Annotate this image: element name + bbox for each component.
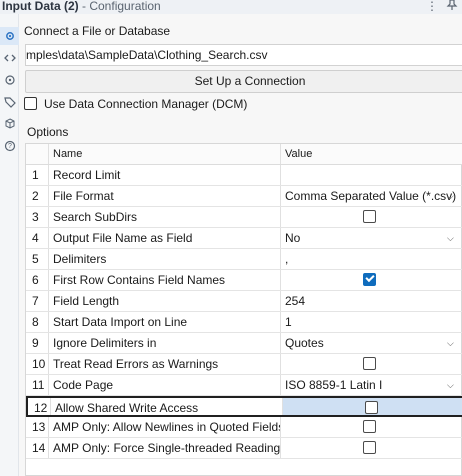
- tag-icon[interactable]: [0, 93, 19, 111]
- value-text: ISO 8859-1 Latin I: [285, 378, 383, 392]
- row-number: 13: [26, 417, 49, 437]
- header-name: Name: [49, 144, 281, 164]
- row-name: Start Data Import on Line: [49, 312, 281, 332]
- row-name: Field Length: [49, 291, 281, 311]
- row-name: Record Limit: [49, 165, 281, 185]
- options-label: Options: [27, 125, 69, 139]
- table-row[interactable]: 2 File Format Comma Separated Value (*.csv…: [26, 186, 462, 207]
- svg-text:?: ?: [8, 143, 12, 150]
- row-number: 4: [26, 228, 49, 248]
- row-value[interactable]: [281, 438, 462, 458]
- row-value[interactable]: ,: [281, 249, 462, 269]
- row-value[interactable]: No ⌵: [281, 228, 462, 248]
- chevron-down-icon[interactable]: ⌵: [447, 375, 457, 395]
- value-text: Comma Separated Value (*.csv): [285, 189, 457, 203]
- table-row[interactable]: 7 Field Length 254: [26, 291, 462, 312]
- header-value: Value: [285, 148, 313, 160]
- row-value[interactable]: [281, 354, 462, 374]
- value-text: 1: [285, 315, 292, 329]
- row-name: AMP Only: Allow Newlines in Quoted Field…: [49, 417, 281, 437]
- table-row[interactable]: 14 AMP Only: Force Single-threaded Readin…: [26, 438, 462, 459]
- row-number: 6: [26, 270, 49, 290]
- code-icon[interactable]: [0, 49, 19, 67]
- row-number: 7: [26, 291, 49, 311]
- chevron-down-icon[interactable]: ⌵: [447, 186, 457, 206]
- row-name: Ignore Delimiters in: [49, 333, 281, 353]
- row-number: 10: [26, 354, 49, 374]
- row-number: 1: [26, 165, 49, 185]
- header-num: [26, 144, 49, 164]
- row-name: Code Page: [49, 375, 281, 395]
- option-checkbox[interactable]: [363, 441, 376, 454]
- value-text: ,: [285, 252, 289, 266]
- row-number: 14: [26, 438, 49, 458]
- settings-icon[interactable]: [0, 71, 19, 89]
- table-row[interactable]: 6 First Row Contains Field Names: [26, 270, 462, 291]
- table-row[interactable]: 3 Search SubDirs: [26, 207, 462, 228]
- row-value[interactable]: [281, 270, 462, 290]
- row-value[interactable]: ISO 8859-1 Latin I ⌵: [281, 375, 462, 395]
- table-row[interactable]: 10 Treat Read Errors as Warnings: [26, 354, 462, 375]
- chevron-down-icon[interactable]: ⌵: [447, 333, 457, 353]
- row-value[interactable]: [281, 207, 462, 227]
- table-row[interactable]: 4 Output File Name as Field No ⌵: [26, 228, 462, 249]
- grid-header: Name Value: [26, 144, 462, 165]
- gear-icon[interactable]: [0, 27, 19, 45]
- row-number: 11: [26, 375, 49, 395]
- window-title-subtitle: - Configuration: [82, 0, 161, 13]
- chevron-down-icon[interactable]: ⌵: [447, 228, 457, 248]
- value-text: 254: [285, 294, 306, 308]
- value-text: No: [285, 231, 301, 245]
- row-name: File Format: [49, 186, 281, 206]
- option-checkbox[interactable]: [363, 420, 376, 433]
- value-text: Quotes: [285, 336, 324, 350]
- row-value[interactable]: Comma Separated Value (*.csv) ⌵: [281, 186, 462, 206]
- table-row[interactable]: 5 Delimiters,: [26, 249, 462, 270]
- row-number: 2: [26, 186, 49, 206]
- row-name: Search SubDirs: [49, 207, 281, 227]
- row-number: 12: [28, 398, 51, 415]
- options-grid: Name Value 1 Record Limit 2 File Format Comm…: [25, 143, 462, 476]
- row-number: 9: [26, 333, 49, 353]
- row-name: AMP Only: Force Single-threaded Reading: [49, 438, 281, 458]
- help-icon[interactable]: ?: [0, 137, 19, 155]
- row-number: 3: [26, 207, 49, 227]
- row-value[interactable]: 254: [281, 291, 462, 311]
- more-icon[interactable]: ⋮: [425, 0, 439, 13]
- row-value[interactable]: [281, 417, 462, 437]
- sidebar: ?: [0, 14, 19, 476]
- setup-connection-button[interactable]: Set Up a Connection: [25, 70, 462, 93]
- table-row[interactable]: 1 Record Limit: [26, 165, 462, 186]
- option-checkbox[interactable]: [363, 357, 376, 370]
- window-title: Input Data (2) - Configuration: [2, 0, 161, 13]
- row-number: 8: [26, 312, 49, 332]
- row-value[interactable]: [281, 165, 462, 185]
- row-name: Delimiters: [49, 249, 281, 269]
- file-path-input[interactable]: mples\data\SampleData\Clothing_Search.cs…: [25, 44, 462, 66]
- row-number: 5: [26, 249, 49, 269]
- row-name: Output File Name as Field: [49, 228, 281, 248]
- pin-icon[interactable]: [445, 0, 459, 13]
- option-checkbox[interactable]: [363, 210, 376, 223]
- title-bar: Input Data (2) - Configuration ⋮: [0, 0, 462, 14]
- option-checkbox[interactable]: [363, 272, 376, 286]
- option-checkbox[interactable]: [365, 401, 378, 414]
- row-name: Allow Shared Write Access: [51, 398, 283, 415]
- cube-icon[interactable]: [0, 115, 19, 133]
- row-name: Treat Read Errors as Warnings: [49, 354, 281, 374]
- table-row[interactable]: 8 Start Data Import on Line 1: [26, 312, 462, 333]
- connect-label: Connect a File or Database: [24, 24, 171, 38]
- row-value[interactable]: 1: [281, 312, 462, 332]
- table-row[interactable]: 11 Code Page ISO 8859-1 Latin I ⌵: [26, 375, 462, 396]
- table-row[interactable]: 9 Ignore Delimiters in Quotes ⌵: [26, 333, 462, 354]
- check-icon: [365, 272, 375, 283]
- table-row[interactable]: 13 AMP Only: Allow Newlines in Quoted Fie…: [26, 417, 462, 438]
- table-row[interactable]: 12 Allow Shared Write Access: [26, 396, 462, 417]
- row-name: First Row Contains Field Names: [49, 270, 281, 290]
- dcm-label: Use Data Connection Manager (DCM): [44, 97, 248, 111]
- row-value[interactable]: [283, 398, 462, 415]
- window-title-main: Input Data (2): [2, 0, 79, 13]
- row-value[interactable]: Quotes ⌵: [281, 333, 462, 353]
- dcm-checkbox[interactable]: [24, 97, 37, 110]
